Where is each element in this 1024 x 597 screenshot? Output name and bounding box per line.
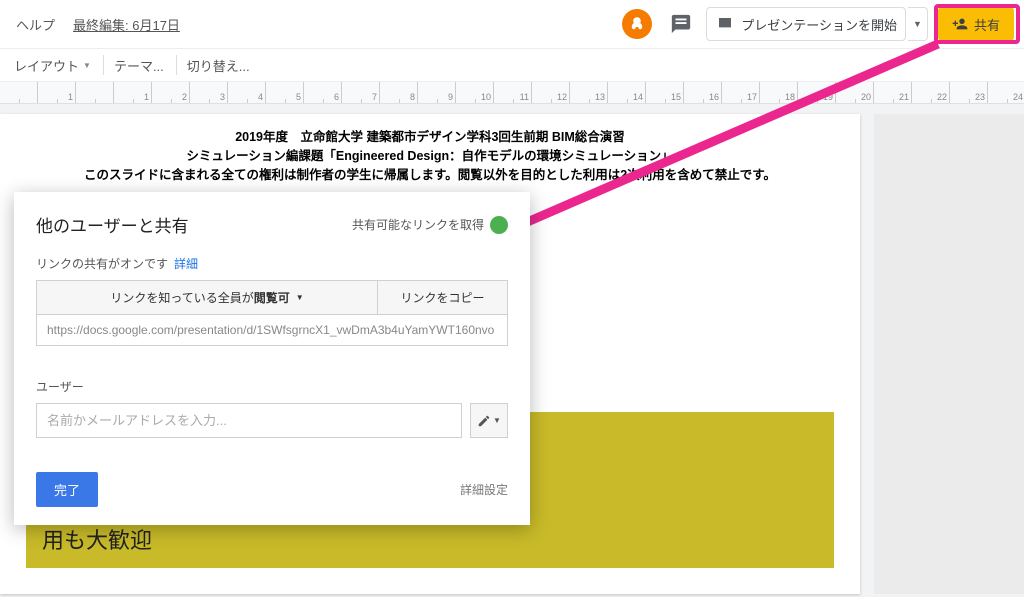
theme-button[interactable]: テーマ... — [108, 54, 170, 77]
get-link-label: 共有可能なリンクを取得 — [352, 216, 484, 233]
share-dialog: 他のユーザーと共有 共有可能なリンクを取得 リンクの共有がオンです詳細 リンクを… — [14, 192, 530, 525]
chevron-down-icon: ▼ — [493, 416, 501, 425]
ruler-tick: 16 — [684, 82, 722, 103]
ruler-tick: 9 — [418, 82, 456, 103]
ruler-tick: 12 — [532, 82, 570, 103]
done-button[interactable]: 完了 — [36, 472, 98, 507]
horizontal-ruler: 1123456789101112131415161718192021222324… — [0, 82, 1024, 104]
transition-button[interactable]: 切り替え... — [181, 54, 256, 77]
link-status-icon[interactable] — [490, 216, 508, 234]
copy-link-button[interactable]: リンクをコピー — [377, 281, 507, 314]
slide-header-line3: このスライドに含まれる全ての権利は制作者の学生に帰属します。閲覧以外を目的とした… — [26, 166, 834, 185]
edit-permissions-button[interactable]: ▼ — [470, 403, 508, 438]
permission-row: リンクを知っている全員が閲覧可▼ リンクをコピー — [36, 280, 508, 315]
ruler-tick: 24 — [988, 82, 1024, 103]
user-input[interactable] — [36, 403, 462, 438]
ruler-tick: 6 — [304, 82, 342, 103]
share-button[interactable]: 共有 — [938, 7, 1014, 41]
slides-toolbar: レイアウト▼ テーマ... 切り替え... — [0, 48, 1024, 82]
ruler-tick: 20 — [836, 82, 874, 103]
ruler-tick: 3 — [190, 82, 228, 103]
ruler-tick — [76, 82, 114, 103]
pencil-icon — [477, 414, 491, 428]
comment-icon — [670, 13, 692, 35]
separator — [176, 55, 177, 75]
avatar[interactable] — [622, 9, 652, 39]
ruler-tick: 11 — [494, 82, 532, 103]
dialog-title: 他のユーザーと共有 — [36, 212, 352, 237]
present-label: プレゼンテーションを開始 — [741, 15, 897, 34]
ruler-tick: 19 — [798, 82, 836, 103]
ruler-tick — [0, 82, 38, 103]
help-menu[interactable]: ヘルプ — [16, 15, 55, 34]
present-dropdown[interactable]: ▼ — [908, 7, 928, 41]
ruler-tick: 23 — [950, 82, 988, 103]
separator — [103, 55, 104, 75]
squirrel-icon — [628, 15, 646, 33]
ruler-tick: 5 — [266, 82, 304, 103]
ruler-tick: 1 — [114, 82, 152, 103]
note-line: 用も大歓迎 — [42, 524, 818, 558]
ruler-tick: 13 — [570, 82, 608, 103]
ruler-tick: 18 — [760, 82, 798, 103]
person-add-icon — [952, 16, 968, 32]
details-link[interactable]: 詳細 — [174, 257, 198, 271]
chevron-down-icon: ▼ — [913, 19, 922, 29]
chevron-down-icon: ▼ — [83, 61, 91, 70]
share-label: 共有 — [974, 15, 1000, 34]
ruler-tick: 17 — [722, 82, 760, 103]
ruler-tick: 21 — [874, 82, 912, 103]
last-edit-link[interactable]: 最終編集: 6月17日 — [73, 15, 180, 34]
ruler-tick: 8 — [380, 82, 418, 103]
slide-header-line2: シミュレーション編課題「Engineered Design：自作モデルの環境シミ… — [26, 147, 834, 166]
permission-dropdown[interactable]: リンクを知っている全員が閲覧可▼ — [37, 281, 377, 314]
play-icon — [717, 16, 733, 32]
ruler-tick: 2 — [152, 82, 190, 103]
comments-button[interactable] — [666, 9, 696, 39]
slide-header-line1: 2019年度 立命館大学 建築都市デザイン学科3回生前期 BIM総合演習 — [26, 128, 834, 147]
explore-panel — [874, 114, 1024, 594]
ruler-tick: 1 — [38, 82, 76, 103]
ruler-tick: 7 — [342, 82, 380, 103]
share-url-box[interactable]: https://docs.google.com/presentation/d/1… — [36, 315, 508, 346]
ruler-tick: 14 — [608, 82, 646, 103]
chevron-down-icon: ▼ — [296, 293, 304, 302]
advanced-settings-link[interactable]: 詳細設定 — [460, 481, 508, 498]
slide-header: 2019年度 立命館大学 建築都市デザイン学科3回生前期 BIM総合演習 シミュ… — [26, 128, 834, 184]
users-label: ユーザー — [36, 378, 508, 395]
ruler-tick: 15 — [646, 82, 684, 103]
ruler-tick: 10 — [456, 82, 494, 103]
ruler-tick: 4 — [228, 82, 266, 103]
layout-dropdown[interactable]: レイアウト▼ — [8, 54, 97, 77]
ruler-tick: 22 — [912, 82, 950, 103]
app-topbar: ヘルプ 最終編集: 6月17日 プレゼンテーションを開始 ▼ 共有 — [0, 0, 1024, 48]
present-button[interactable]: プレゼンテーションを開始 — [706, 7, 906, 41]
link-sharing-status: リンクの共有がオンです詳細 — [36, 255, 508, 272]
